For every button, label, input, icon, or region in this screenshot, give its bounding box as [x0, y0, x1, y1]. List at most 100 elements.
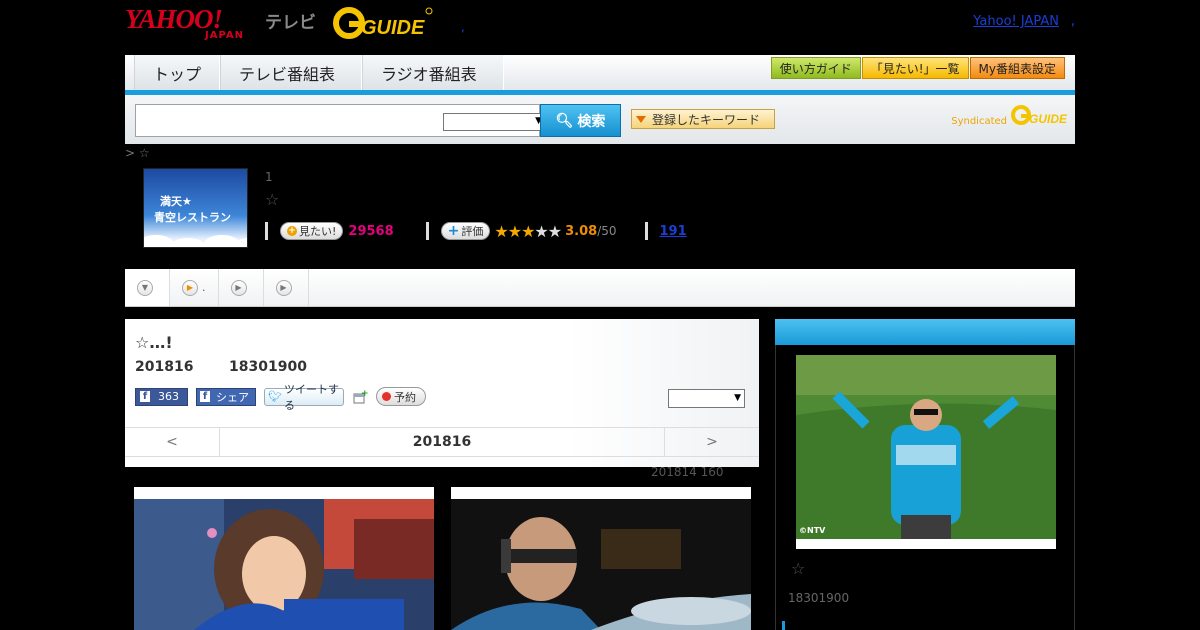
search-input[interactable]: ▼	[135, 104, 545, 137]
gguide-logo[interactable]: GUIDE	[333, 5, 433, 41]
social-buttons: f 363 f シェア 🐦︎ ツイートする + 予約	[135, 383, 426, 412]
play-circle-icon: ▶	[275, 279, 292, 296]
search-button-label: 検索	[577, 113, 606, 130]
gguide-small-logo: GUIDE	[1011, 105, 1067, 126]
yahoo-japan-logo[interactable]: YAHOO! JAPAN	[125, 4, 243, 42]
yahoo-japan-dot: ,	[1070, 14, 1075, 29]
star-filled-icon: ★	[521, 221, 535, 241]
episode-time: 18301900	[229, 359, 307, 375]
facebook-like-button[interactable]: f 363	[135, 387, 188, 406]
prev-episode-button[interactable]: <	[125, 428, 220, 456]
side-panel-body: ©NTV ☆ 18301900	[775, 345, 1075, 630]
current-episode-date: 201816	[412, 434, 472, 450]
facebook-icon: f	[200, 391, 210, 402]
subtab-info[interactable]: ▼	[125, 269, 170, 306]
photo-fisherman-image	[451, 499, 751, 630]
subtab-3[interactable]: ▶	[219, 269, 264, 306]
facebook-icon: f	[140, 391, 150, 402]
program-subtabs: ▼ ▶ . ▶ ▶	[125, 269, 1075, 307]
usage-guide-button[interactable]: 使い方ガイド	[770, 57, 861, 79]
gguide-text: GUIDE	[361, 17, 425, 39]
side-photo[interactable]: ©NTV	[796, 355, 1056, 549]
site-header: YAHOO! JAPAN テレビ GUIDE , Yahoo! JAPAN ,	[125, 0, 1075, 50]
search-icon: 🔍︎	[555, 112, 574, 129]
plus-icon: +	[447, 223, 460, 239]
nav-tabs: トップ テレビ番組表 ラジオ番組表	[134, 55, 504, 90]
episode-meta: 201814 160	[651, 465, 724, 479]
main-nav: トップ テレビ番組表 ラジオ番組表 使い方ガイド 「見たい!」一覧 My番組表設…	[125, 55, 1075, 95]
reservation-label: 予約	[394, 390, 416, 404]
play-circle-icon: ▶	[182, 279, 198, 296]
nav-tab-radio-guide[interactable]: ラジオ番組表	[362, 55, 504, 90]
side-panel-header	[775, 319, 1075, 345]
tv-label: テレビ	[265, 13, 316, 33]
japan-logo-text: JAPAN	[205, 30, 244, 41]
search-category-select[interactable]: ▼	[443, 113, 545, 131]
syndicated-text: Syndicated	[951, 116, 1007, 127]
star-empty-icon: ★	[547, 221, 562, 241]
want-to-watch-label: 見たい!	[299, 225, 337, 238]
episode-date: 201816	[135, 359, 194, 375]
header-dot: ,	[461, 20, 465, 34]
nav-tab-tv-guide[interactable]: テレビ番組表	[220, 55, 362, 90]
yahoo-logo-text: YAHOO!	[125, 4, 223, 34]
record-reservation-button[interactable]: 予約	[376, 387, 426, 406]
search-button[interactable]: 🔍︎ 検索	[540, 104, 621, 137]
syndicated-gguide: Syndicated GUIDE	[951, 103, 1067, 127]
subtab-2[interactable]: ▶ .	[170, 269, 219, 306]
episode-photo-2[interactable]	[451, 487, 751, 630]
divider	[265, 222, 268, 240]
add-to-calendar-icon[interactable]: +	[352, 389, 368, 405]
program-title-star: ☆	[265, 190, 280, 209]
facebook-share-button[interactable]: f シェア	[196, 387, 256, 406]
star-filled-icon: ★	[507, 221, 522, 241]
star-filled-icon: ★	[494, 221, 508, 241]
facebook-share-label: シェア	[216, 390, 249, 404]
play-circle-icon: ▶	[230, 279, 247, 296]
want-to-watch-button[interactable]: + 見たい!	[280, 222, 344, 240]
rate-button[interactable]: + 評価	[440, 222, 491, 240]
watchlist-button[interactable]: 「見たい!」一覧	[861, 57, 969, 79]
rating-stars: ★★★★★	[494, 221, 562, 241]
subtab-label: .	[202, 281, 206, 294]
thumb-title-line1: 満天★	[160, 195, 192, 208]
tweet-button[interactable]: 🐦︎ ツイートする	[264, 383, 344, 412]
twitter-bird-icon: 🐦︎	[268, 390, 282, 403]
photo-credit: ©NTV	[799, 526, 826, 535]
side-title-star: ☆	[791, 559, 806, 578]
rate-label: 評価	[461, 225, 484, 238]
cloud-shape	[170, 238, 206, 247]
program-number: 1	[265, 170, 273, 184]
breadcrumb[interactable]: > ☆	[125, 146, 150, 160]
photo-field-image	[796, 355, 1056, 539]
plus-icon: +	[287, 226, 297, 236]
next-episode-button[interactable]: >	[664, 428, 759, 456]
program-stats: + 見たい! 29568 + 評価 ★★★★★ 3.08 /50 191	[265, 221, 687, 241]
divider	[425, 222, 429, 240]
episode-panel: ☆…! 201816 18301900 f 363 f シェア 🐦︎ ツイートす…	[125, 319, 759, 467]
record-dot-icon	[382, 392, 391, 401]
subtab-4[interactable]: ▶	[264, 269, 309, 306]
review-count-link[interactable]: 191	[660, 224, 687, 239]
nav-buttons: 使い方ガイド 「見たい!」一覧 My番組表設定	[770, 57, 1065, 79]
episode-photo-1[interactable]	[134, 487, 434, 630]
star-empty-icon: ★	[534, 221, 548, 241]
rating-score: 3.08	[565, 223, 598, 239]
rating-max: /50	[597, 224, 617, 238]
nav-tab-top[interactable]: トップ	[134, 55, 220, 90]
gguide-small-text: GUIDE	[1029, 112, 1067, 126]
photo-woman-image	[134, 499, 434, 630]
my-schedule-settings-button[interactable]: My番組表設定	[969, 57, 1065, 79]
program-thumbnail[interactable]: 満天★ 青空レストラン	[143, 168, 248, 248]
page: YAHOO! JAPAN テレビ GUIDE , Yahoo! JAPAN , …	[0, 0, 1200, 630]
episode-select[interactable]: ▼	[668, 389, 745, 408]
triangle-down-icon	[636, 115, 646, 123]
chevron-down-icon: ▼	[734, 393, 741, 403]
yahoo-japan-link[interactable]: Yahoo! JAPAN	[973, 14, 1059, 29]
registered-keywords-button[interactable]: 登録したキーワード	[631, 109, 775, 129]
episode-title: ☆…!	[135, 333, 173, 352]
episode-pager: < 201816 >	[125, 427, 759, 457]
want-to-watch-count: 29568	[348, 223, 394, 239]
chevron-down-circle-icon: ▼	[137, 279, 153, 296]
divider	[644, 222, 648, 240]
